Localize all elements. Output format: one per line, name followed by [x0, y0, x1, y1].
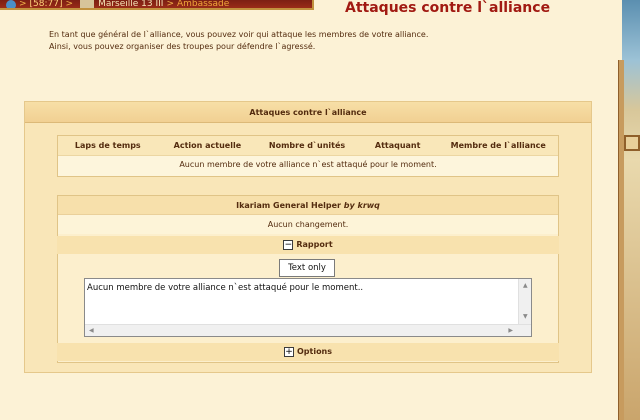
collapse-icon[interactable]: −	[283, 239, 294, 250]
side-ornament	[624, 135, 640, 151]
helper-title: Ikariam General Helper by krwq	[58, 196, 558, 215]
breadcrumb-separator: >	[166, 0, 174, 9]
side-border	[618, 60, 624, 420]
helper-status: Aucun changement.	[58, 215, 558, 234]
scroll-left-icon[interactable]: ◀	[89, 327, 94, 334]
rapport-label[interactable]: Rapport	[296, 240, 332, 249]
scroll-down-icon[interactable]: ▼	[523, 313, 528, 320]
scroll-up-icon[interactable]: ▲	[523, 282, 528, 289]
globe-icon[interactable]	[6, 0, 16, 8]
breadcrumb-current: Ambassade	[177, 0, 230, 9]
expand-icon[interactable]: +	[283, 346, 294, 357]
panel-header: Attaques contre l`alliance	[25, 102, 591, 123]
column-header: Laps de temps	[74, 141, 141, 150]
helper-author: by krwq	[343, 201, 380, 210]
intro-text: En tant que général de l`alliance, vous …	[49, 30, 429, 51]
attacks-table: Laps de temps Action actuelle Nombre d`u…	[57, 135, 559, 177]
column-header: Action actuelle	[173, 141, 242, 150]
column-header: Membre de l`alliance	[450, 141, 546, 150]
report-textarea[interactable]: Aucun membre de votre alliance n`est att…	[84, 278, 532, 337]
horizontal-scrollbar[interactable]: ◀ ▶	[85, 324, 531, 336]
options-toggle-row[interactable]: + Options	[57, 343, 559, 361]
options-label[interactable]: Options	[297, 347, 332, 356]
breadcrumb: > [58:77] > Marseille 13 III > Ambassade	[0, 0, 314, 10]
breadcrumb-city[interactable]: Marseille 13 III	[98, 0, 163, 8]
text-only-button[interactable]: Text only	[279, 259, 335, 277]
column-header: Attaquant	[374, 141, 421, 150]
attacks-table-header: Laps de temps Action actuelle Nombre d`u…	[58, 136, 558, 156]
vertical-scrollbar[interactable]: ▲ ▼	[518, 279, 531, 325]
side-decoration	[622, 0, 640, 420]
breadcrumb-separator: >	[65, 0, 74, 9]
breadcrumb-separator: >	[19, 0, 27, 9]
rapport-toggle-row[interactable]: − Rapport	[57, 236, 559, 254]
scroll-right-icon[interactable]: ▶	[508, 327, 513, 334]
city-icon	[80, 0, 95, 8]
report-text[interactable]: Aucun membre de votre alliance n`est att…	[87, 283, 363, 293]
column-header: Nombre d`unités	[268, 141, 346, 150]
breadcrumb-coords[interactable]: [58:77]	[30, 0, 63, 8]
helper-title-text: Ikariam General Helper	[236, 201, 341, 210]
attacks-empty-message: Aucun membre de votre alliance n`est att…	[179, 160, 437, 169]
page-title: Attaques contre l`alliance	[345, 0, 551, 16]
